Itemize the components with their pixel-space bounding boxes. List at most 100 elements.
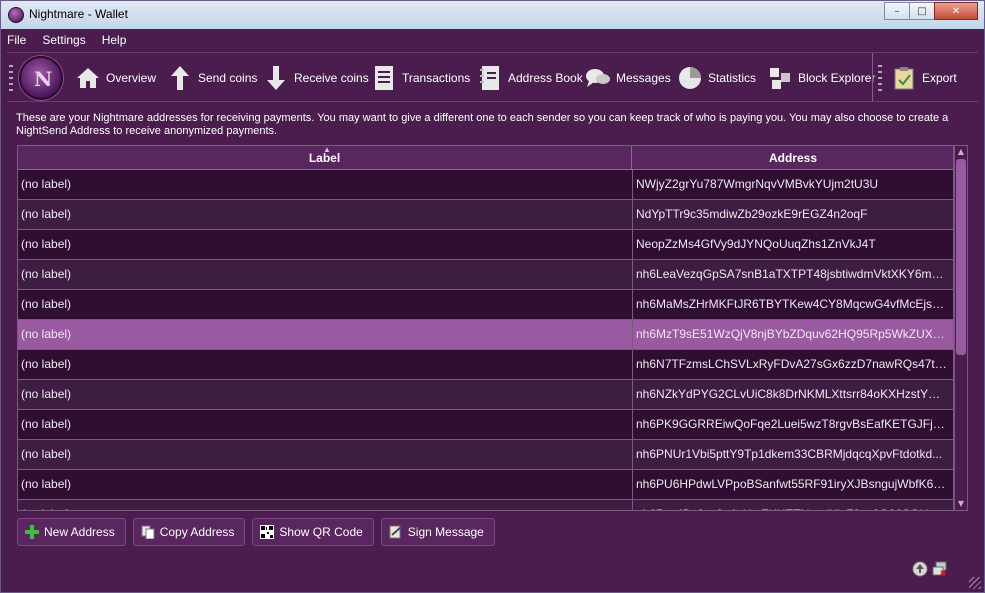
column-header-address[interactable]: Address: [633, 146, 953, 170]
arrow-down-icon: [263, 65, 289, 91]
table-row[interactable]: (no label) nh6PK9GGRREiwQoFqe2Luei5wzT8rg…: [18, 410, 953, 440]
table-row[interactable]: (no label) nh6Pwt4Dz9vz6a4aUtuZKUETNaudKj…: [18, 500, 953, 510]
toolbar-messages-button[interactable]: Messages: [585, 62, 671, 94]
toolbar-statistics-label: Statistics: [708, 71, 757, 85]
scroll-down-icon[interactable]: ▼: [955, 498, 967, 510]
home-icon: [75, 65, 101, 91]
main-toolbar: N Overview Send coins Receive coins Tran: [7, 52, 978, 102]
table-row[interactable]: (no label) nh6PNUr1Vbi5pttY9Tp1dkem33CBRM…: [18, 440, 953, 470]
column-header-label[interactable]: ▲ Label: [18, 146, 632, 170]
table-header: ▲ Label Address: [18, 146, 953, 170]
show-qr-code-label: Show QR Code: [279, 525, 363, 539]
maximize-button[interactable]: □: [909, 2, 935, 20]
sync-icon[interactable]: [912, 561, 928, 577]
sign-message-label: Sign Message: [407, 525, 484, 539]
address-table: ▲ Label Address (no label) NWjyZ2grYu787W…: [17, 145, 954, 511]
toolbar-grip-icon[interactable]: [9, 65, 13, 91]
minimize-button[interactable]: –: [884, 2, 910, 20]
menu-bar: File Settings Help: [1, 29, 984, 51]
scrollbar-thumb[interactable]: [956, 159, 966, 355]
toolbar-receive-coins-label: Receive coins: [294, 71, 369, 85]
row-address: nh6PNUr1Vbi5pttY9Tp1dkem33CBRMjdqcqXpvFt…: [636, 447, 943, 461]
scroll-up-icon[interactable]: ▲: [955, 146, 967, 158]
document-list-icon: [371, 65, 397, 91]
copy-address-button[interactable]: Copy Address: [132, 518, 246, 546]
table-row[interactable]: (no label) NdYpTTr9c35mdiwZb29ozkE9rEGZ4n…: [18, 200, 953, 230]
row-address: nh6LeaVezqGpSA7snB1aTXTPT48jsbtiwdmVktXK…: [636, 267, 948, 281]
plus-icon: [24, 524, 40, 540]
toolbar-transactions-label: Transactions: [402, 71, 471, 85]
toolbar-address-book-label: Address Book: [508, 71, 583, 85]
close-button[interactable]: ✕: [934, 2, 978, 20]
row-address: NdYpTTr9c35mdiwZb29ozkE9rEGZ4n2oqF: [636, 207, 868, 221]
row-address: nh6PK9GGRREiwQoFqe2Luei5wzT8rgvBsEafKETG…: [636, 417, 948, 431]
minimize-icon: –: [894, 5, 900, 17]
toolbar-overview-label: Overview: [106, 71, 157, 85]
table-row[interactable]: (no label) nh6N7TFzmsLChSVLxRyFDvA27sGx6z…: [18, 350, 953, 380]
show-qr-code-button[interactable]: Show QR Code: [252, 518, 374, 546]
chat-bubbles-icon: [585, 65, 611, 91]
sort-ascending-icon: ▲: [323, 145, 331, 154]
row-address: nh6Pwt4Dz9vz6a4aUtuZKUETNaudKjn79uv3Q22S…: [636, 500, 948, 510]
row-label: (no label): [21, 447, 72, 461]
sign-icon: [388, 524, 404, 540]
toolbar-address-book-button[interactable]: Address Book: [477, 62, 583, 94]
toolbar-block-explorer-button[interactable]: Block Explorer: [767, 62, 875, 94]
menu-help[interactable]: Help: [102, 33, 127, 47]
new-address-button[interactable]: New Address: [17, 518, 126, 546]
blocks-icon: [767, 65, 793, 91]
toolbar-export-button[interactable]: Export: [891, 62, 957, 94]
toolbar-overview-button[interactable]: Overview: [75, 62, 156, 94]
close-icon: ✕: [951, 5, 961, 17]
column-header-address-text: Address: [768, 151, 818, 165]
toolbar-transactions-button[interactable]: Transactions: [371, 62, 470, 94]
toolbar-send-coins-button[interactable]: Send coins: [167, 62, 257, 94]
table-body: (no label) NWjyZ2grYu787WmgrNqvVMBvkYUjm2…: [18, 170, 953, 510]
row-label: (no label): [21, 297, 72, 311]
menu-settings[interactable]: Settings: [42, 33, 85, 47]
toolbar-export-label: Export: [922, 71, 957, 85]
network-icon[interactable]: [932, 561, 948, 577]
table-row[interactable]: (no label) nh6NZkYdPYG2CLvUiC8k8DrNKMLXtt…: [18, 380, 953, 410]
copy-icon: [140, 524, 156, 540]
toolbar-messages-label: Messages: [616, 71, 671, 85]
status-bar-icons: [912, 561, 952, 577]
toolbar-receive-coins-button[interactable]: Receive coins: [263, 62, 369, 94]
toolbar-send-coins-label: Send coins: [198, 71, 258, 85]
sign-message-button[interactable]: Sign Message: [380, 518, 495, 546]
row-label: (no label): [21, 237, 72, 251]
row-label: (no label): [21, 500, 629, 510]
address-book-icon: [477, 65, 503, 91]
row-address: NWjyZ2grYu787WmgrNqvVMBvkYUjm2tU3U: [636, 177, 879, 191]
table-row[interactable]: (no label) nh6MaMsZHrMKFtJR6TBYTKew4CY8Mq…: [18, 290, 953, 320]
table-row[interactable]: (no label) nh6LeaVezqGpSA7snB1aTXTPT48jsb…: [18, 260, 953, 290]
row-address: nh6PU6HPdwLVPpoBSanfwt55RF91iryXJBsngujW…: [636, 477, 948, 491]
toolbar-separator: [872, 53, 873, 101]
row-label: (no label): [21, 357, 72, 371]
table-row[interactable]: (no label) NeopZzMs4GfVy9dJYNQoUuqZhs1ZnV…: [18, 230, 953, 260]
app-logo-icon: [8, 7, 24, 23]
toolbar-grip-icon[interactable]: [878, 65, 882, 91]
table-row[interactable]: (no label) NWjyZ2grYu787WmgrNqvVMBvkYUjm2…: [18, 170, 953, 200]
menu-file[interactable]: File: [7, 33, 26, 47]
toolbar-statistics-button[interactable]: Statistics: [677, 62, 756, 94]
row-label: (no label): [21, 267, 72, 281]
row-label: (no label): [21, 417, 72, 431]
wallet-window: Nightmare - Wallet – □ ✕ File Settings H…: [0, 0, 985, 593]
row-address: nh6MzT9sE51WzQjV8njBYbZDquv62HQ95Rp5WkZU…: [636, 327, 948, 341]
logo-letter: N: [34, 67, 53, 91]
maximize-icon: □: [917, 5, 927, 17]
table-row-selected[interactable]: (no label) nh6MzT9sE51WzQjV8njBYbZDquv62H…: [18, 320, 953, 350]
new-address-label: New Address: [44, 525, 115, 539]
qr-code-icon: [259, 524, 275, 540]
row-address: nh6MaMsZHrMKFtJR6TBYTKew4CY8MqcwG4vfMcEj…: [636, 297, 948, 311]
row-address: NeopZzMs4GfVy9dJYNQoUuqZhs1ZnVkJ4T: [636, 237, 876, 251]
title-bar: Nightmare - Wallet – □ ✕: [1, 1, 984, 29]
table-row[interactable]: (no label) nh6PU6HPdwLVPpoBSanfwt55RF91ir…: [18, 470, 953, 500]
arrow-up-icon: [167, 65, 193, 91]
window-controls: – □ ✕: [884, 2, 978, 20]
table-scrollbar[interactable]: ▲ ▼: [954, 145, 968, 511]
row-label: (no label): [21, 207, 72, 221]
toolbar-block-explorer-label: Block Explorer: [798, 71, 876, 85]
resize-grip-icon[interactable]: [969, 577, 981, 589]
